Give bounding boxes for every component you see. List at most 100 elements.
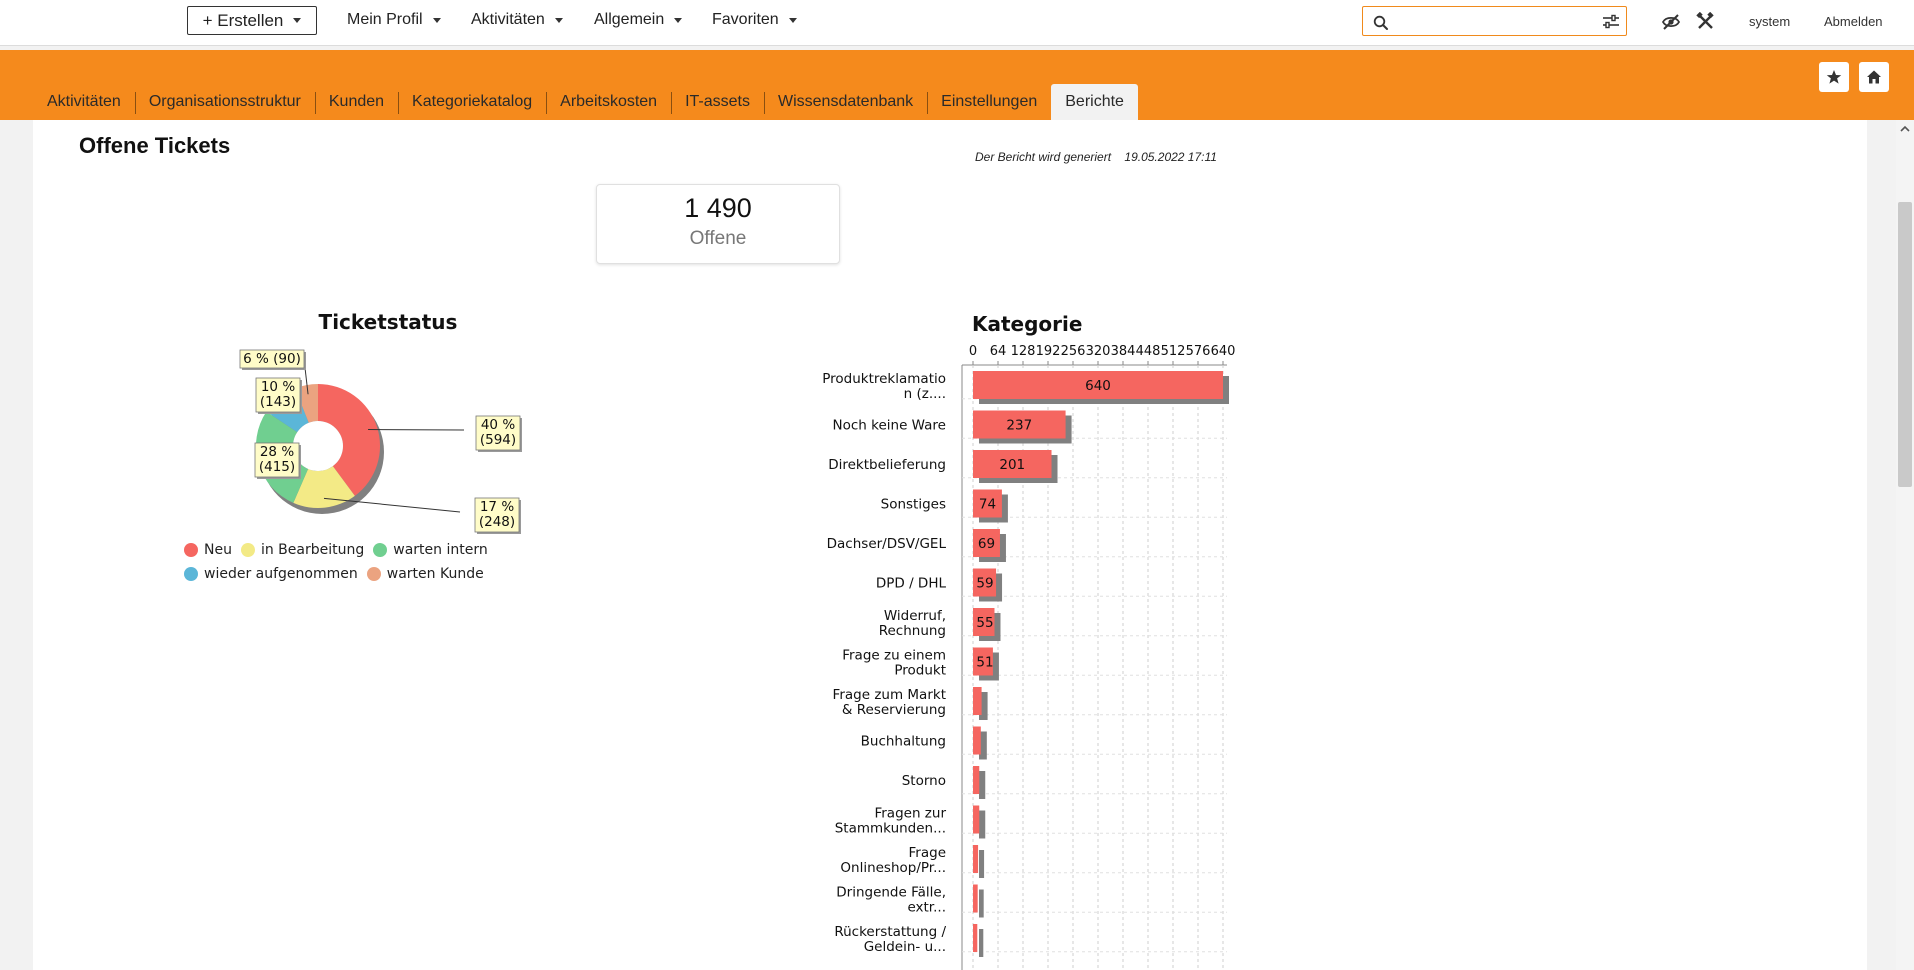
- bar-row[interactable]: Fragen zurStammkunden...: [835, 805, 1227, 839]
- bar-row[interactable]: 237 Noch keine Ware: [833, 410, 1228, 444]
- pie-data-label: 6 % (90): [239, 349, 306, 370]
- bar-row[interactable]: 69 Dachser/DSV/GEL: [827, 529, 1227, 562]
- create-button-label: + Erstellen: [202, 10, 284, 30]
- bar-row[interactable]: 59 DPD / DHL: [876, 568, 1227, 602]
- category-label: Produktreklamatio: [822, 371, 946, 387]
- generated-timestamp: 19.05.2022 17:11: [1124, 150, 1217, 164]
- bar[interactable]: [973, 845, 979, 873]
- tab-label: IT-assets: [685, 93, 750, 110]
- tab-organisationsstruktur[interactable]: Organisationsstruktur: [134, 84, 315, 120]
- tab-kunden[interactable]: Kunden: [314, 84, 398, 120]
- scroll-up-icon[interactable]: [1900, 124, 1910, 134]
- bar-chart-title: Kategorie: [972, 312, 1082, 336]
- legend-swatch: [240, 543, 255, 557]
- tab-label: Berichte: [1065, 93, 1124, 110]
- bar-row[interactable]: 74 Sonstiges: [881, 489, 1227, 523]
- menu-mein-profil[interactable]: Mein Profil: [347, 11, 441, 29]
- category-label: Onlineshop/Pr...: [840, 860, 946, 876]
- bar-row[interactable]: 201 Direktbelieferung: [828, 450, 1227, 483]
- bar-row[interactable]: Rückerstattung /Geldein- u...: [834, 924, 1227, 957]
- tab-label: Wissensdatenbank: [777, 93, 914, 110]
- home-icon: [1867, 70, 1881, 84]
- filter-settings-icon[interactable]: [1602, 14, 1620, 30]
- pie-legend: Neu in Bearbeitung warten intern wieder auf…: [184, 542, 524, 590]
- bar-row[interactable]: 55 Widerruf,Rechnung: [879, 608, 1227, 641]
- pie-label-text: (248): [479, 514, 515, 530]
- home-button[interactable]: [1859, 62, 1889, 92]
- legend-label: in Bearbeitung: [260, 542, 365, 558]
- pie-label-text: 6 % (90): [243, 351, 301, 367]
- bar-row[interactable]: 51 Frage zu einemProdukt: [842, 647, 1227, 681]
- category-label: DPD / DHL: [876, 576, 947, 592]
- pie-label-text: (415): [259, 459, 295, 475]
- kpi-label: Offene: [689, 228, 747, 249]
- menu-label: Allgemein: [594, 11, 665, 28]
- logout-link[interactable]: Abmelden: [1824, 14, 1883, 29]
- chevron-down-icon: [788, 17, 797, 23]
- category-label: Frage zu einem: [842, 648, 946, 664]
- tab-arbeitskosten[interactable]: Arbeitskosten: [546, 84, 671, 120]
- menu-label: Aktivitäten: [471, 11, 545, 28]
- tab-label: Kunden: [328, 93, 385, 110]
- legend-label: Neu: [204, 542, 232, 558]
- category-label: Dachser/DSV/GEL: [827, 536, 947, 552]
- bar-value-label: 69: [978, 536, 995, 552]
- category-label: & Reservierung: [842, 702, 946, 718]
- bar[interactable]: [973, 726, 981, 755]
- legend-item[interactable]: warten Kunde: [366, 566, 484, 582]
- legend-item[interactable]: in Bearbeitung: [240, 542, 365, 558]
- bar-value-label: 74: [979, 497, 996, 513]
- tab-label: Kategoriekatalog: [412, 93, 533, 110]
- tab-it-assets[interactable]: IT-assets: [671, 84, 764, 120]
- user-name[interactable]: system: [1749, 14, 1790, 29]
- legend-label: wieder aufgenommen: [204, 566, 358, 582]
- scrollbar-thumb[interactable]: [1898, 202, 1912, 487]
- bar-shadow: [979, 889, 984, 918]
- create-button[interactable]: + Erstellen: [187, 6, 317, 35]
- favorite-button[interactable]: [1819, 62, 1849, 92]
- legend-swatch: [366, 567, 381, 581]
- category-label: Rechnung: [879, 623, 946, 639]
- bar-row[interactable]: 640 Produktreklamation (z....: [822, 371, 1229, 404]
- bar[interactable]: [973, 687, 982, 715]
- bar[interactable]: [973, 766, 980, 794]
- menu-allgemein[interactable]: Allgemein: [594, 11, 683, 29]
- pie-data-label: 40 %(594): [475, 415, 522, 452]
- legend-item[interactable]: wieder aufgenommen: [184, 566, 358, 582]
- tab-label: Arbeitskosten: [560, 93, 658, 110]
- category-label: Dringende Fälle,: [836, 885, 946, 901]
- legend-item[interactable]: warten intern: [373, 542, 488, 558]
- eye-slash-icon[interactable]: [1661, 13, 1681, 31]
- tab-kategoriekatalog[interactable]: Kategoriekatalog: [398, 84, 546, 120]
- bar-row[interactable]: Storno: [902, 766, 1227, 799]
- tools-icon[interactable]: [1696, 12, 1715, 31]
- tab-einstellungen[interactable]: Einstellungen: [927, 84, 1051, 120]
- tab-wissensdatenbank[interactable]: Wissensdatenbank: [763, 84, 927, 120]
- category-label: Noch keine Ware: [833, 418, 947, 434]
- chevron-down-icon: [432, 17, 441, 23]
- category-label: Rückerstattung /: [834, 924, 946, 940]
- bar-row[interactable]: Frage zum Markt& Reservierung: [833, 687, 1227, 720]
- bar-row[interactable]: Buchhaltung: [861, 726, 1227, 760]
- bar[interactable]: [973, 805, 980, 834]
- bar-row[interactable]: Dringende Fälle,extr...: [836, 884, 1227, 918]
- x-tick-label: 128: [1011, 344, 1036, 359]
- bar[interactable]: [973, 924, 978, 952]
- pie-label-text: 28 %: [260, 444, 294, 460]
- legend-swatch: [373, 543, 388, 557]
- tab-berichte[interactable]: Berichte: [1051, 84, 1138, 120]
- legend-item[interactable]: Neu: [184, 542, 232, 558]
- bar-row[interactable]: FrageOnlineshop/Pr...: [840, 845, 1227, 878]
- page-scrollbar[interactable]: [1896, 120, 1914, 970]
- tab-aktivit-ten[interactable]: Aktivitäten: [33, 84, 135, 120]
- category-label: n (z....: [904, 386, 946, 402]
- menu-favoriten[interactable]: Favoriten: [712, 11, 797, 29]
- x-tick-label: 192: [1036, 344, 1061, 359]
- bar-value-label: 201: [999, 457, 1025, 473]
- category-label: Widerruf,: [884, 608, 946, 624]
- menu-aktivitaeten[interactable]: Aktivitäten: [471, 11, 563, 29]
- x-tick-label: 640: [1211, 344, 1236, 359]
- bar[interactable]: [973, 884, 978, 913]
- search-input[interactable]: [1395, 11, 1585, 31]
- generated-label: Der Bericht wird generiert: [975, 150, 1112, 164]
